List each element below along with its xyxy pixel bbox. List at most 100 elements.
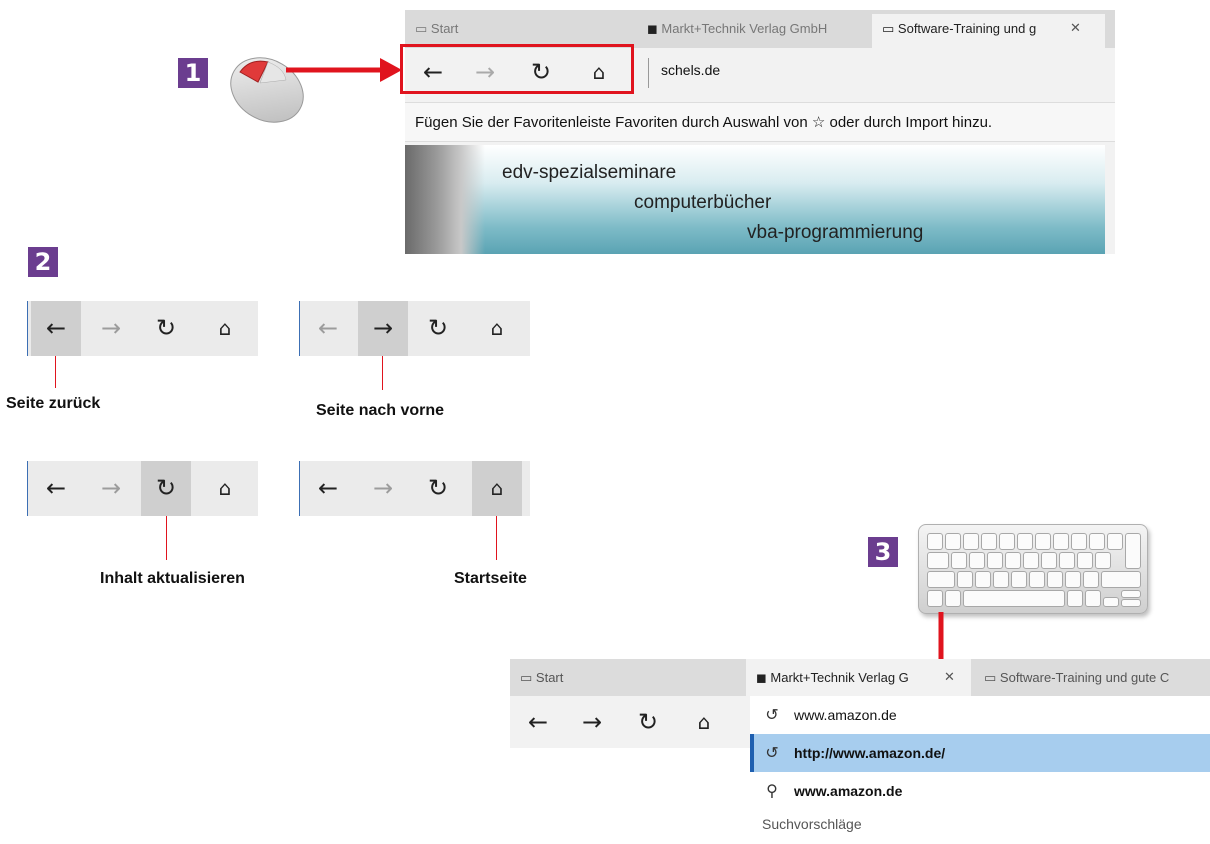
- tab-bar: ▭ Start ◼ Markt+Technik Verlag G ✕ ▭ Sof…: [510, 659, 1210, 696]
- key: [1047, 571, 1063, 588]
- key: [1085, 590, 1101, 607]
- tab-label: Markt+Technik Verlag GmbH: [661, 21, 828, 36]
- close-tab-icon[interactable]: ✕: [944, 659, 955, 696]
- suggestion-text: http://www.amazon.de/: [794, 745, 946, 761]
- callout-line: [166, 516, 167, 560]
- step-badge-1: 1: [178, 58, 208, 88]
- refresh-button[interactable]: ↻: [413, 461, 463, 516]
- refresh-button[interactable]: ↻: [628, 706, 668, 738]
- key: [969, 552, 985, 569]
- caption-seite-nach-vorne: Seite nach vorne: [316, 402, 445, 419]
- forward-button[interactable]: →: [358, 461, 408, 516]
- home-button[interactable]: ⌂: [472, 301, 522, 356]
- nav-bar-home-highlight: ← → ↻ ⌂: [299, 461, 530, 516]
- key: [963, 533, 979, 550]
- back-button[interactable]: ←: [31, 301, 81, 356]
- home-button[interactable]: ⌂: [472, 461, 522, 516]
- caption-startseite: Startseite: [454, 570, 527, 587]
- key: [987, 552, 1003, 569]
- tab-label: Software-Training und g: [897, 21, 1037, 36]
- callout-line: [55, 356, 56, 388]
- tab-label: Markt+Technik Verlag G: [770, 670, 909, 685]
- keyboard-icon: [918, 524, 1148, 614]
- history-icon: ↺: [765, 743, 779, 762]
- tab-page-icon: ▭: [415, 22, 428, 37]
- key: [1053, 533, 1069, 550]
- book-icon: ◼: [647, 22, 658, 37]
- tab-page-icon: ▭: [882, 22, 895, 37]
- key: [1103, 597, 1119, 607]
- caption-seite-zurueck: Seite zurück: [6, 395, 101, 412]
- step-badge-2: 2: [28, 247, 58, 277]
- key: [1059, 552, 1075, 569]
- key: [1077, 552, 1093, 569]
- nav-buttons-highlight: [400, 44, 634, 94]
- refresh-button[interactable]: ↻: [413, 301, 463, 356]
- back-button[interactable]: ←: [303, 461, 353, 516]
- key: [1067, 590, 1083, 607]
- key: [1089, 533, 1105, 550]
- tab-page-icon: ▭: [520, 671, 533, 686]
- key-space: [963, 590, 1065, 607]
- tab-software-training[interactable]: ▭ Software-Training und gute C: [974, 659, 1210, 696]
- tab-markt-technik[interactable]: ◼ Markt+Technik Verlag GmbH: [637, 14, 872, 48]
- key: [981, 533, 997, 550]
- suggestion-history-2-selected[interactable]: ↺ http://www.amazon.de/: [750, 734, 1210, 772]
- tab-start[interactable]: ▭ Start: [405, 14, 635, 48]
- address-bar[interactable]: schels.de: [661, 62, 720, 78]
- forward-button[interactable]: →: [358, 301, 408, 356]
- refresh-button[interactable]: ↻: [141, 461, 191, 516]
- key: [927, 571, 955, 588]
- suggestion-text: www.amazon.de: [794, 783, 903, 799]
- back-button[interactable]: ←: [31, 461, 81, 516]
- search-suggestions-header: Suchvorschläge: [762, 816, 862, 832]
- tab-bar: ▭ Start ◼ Markt+Technik Verlag GmbH ▭ So…: [405, 10, 1115, 48]
- nav-bar-forward-highlight: ← → ↻ ⌂: [299, 301, 530, 356]
- key: [1041, 552, 1057, 569]
- tab-start[interactable]: ▭ Start: [510, 659, 742, 696]
- key: [1023, 552, 1039, 569]
- key: [951, 552, 967, 569]
- key: [927, 552, 949, 569]
- address-divider: [648, 58, 649, 88]
- forward-button[interactable]: →: [572, 706, 612, 738]
- suggestion-history-1[interactable]: ↺ www.amazon.de: [750, 696, 1210, 734]
- home-button[interactable]: ⌂: [200, 301, 250, 356]
- address-suggestions: ↺ www.amazon.de ↺ http://www.amazon.de/ …: [750, 696, 1210, 844]
- book-icon: ◼: [756, 671, 767, 686]
- key: [1107, 533, 1123, 550]
- navigation-bar: ← → ↻ ⌂: [510, 696, 750, 748]
- close-tab-icon[interactable]: ✕: [1070, 14, 1081, 44]
- key: [1035, 533, 1051, 550]
- tab-label: Start: [535, 670, 564, 685]
- suggestion-search[interactable]: ⚲ www.amazon.de: [750, 772, 1210, 810]
- key: [1083, 571, 1099, 588]
- key: [1121, 599, 1141, 607]
- home-button[interactable]: ⌂: [684, 706, 724, 738]
- key: [927, 533, 943, 550]
- key: [945, 533, 961, 550]
- key: [1011, 571, 1027, 588]
- search-icon: ⚲: [766, 781, 778, 800]
- key: [1029, 571, 1045, 588]
- banner-line-3: vba-programmierung: [747, 222, 924, 243]
- key: [1071, 533, 1087, 550]
- key: [945, 590, 961, 607]
- back-button[interactable]: ←: [518, 706, 558, 738]
- tab-markt-technik[interactable]: ◼ Markt+Technik Verlag G ✕: [746, 659, 971, 696]
- step-badge-3: 3: [868, 537, 898, 567]
- callout-line: [496, 516, 497, 560]
- caption-inhalt-aktualisieren: Inhalt aktualisieren: [100, 570, 245, 587]
- portrait-image: [405, 145, 485, 254]
- forward-button[interactable]: →: [86, 461, 136, 516]
- home-button[interactable]: ⌂: [200, 461, 250, 516]
- nav-bar-back-highlight: ← → ↻ ⌂: [27, 301, 258, 356]
- key: [993, 571, 1009, 588]
- tab-software-training[interactable]: ▭ Software-Training und g ✕: [872, 14, 1105, 48]
- back-button[interactable]: ←: [303, 301, 353, 356]
- forward-button[interactable]: →: [86, 301, 136, 356]
- refresh-button[interactable]: ↻: [141, 301, 191, 356]
- key: [1095, 552, 1111, 569]
- arrow-to-nav-buttons: [286, 58, 402, 82]
- nav-bar-refresh-highlight: ← → ↻ ⌂: [27, 461, 258, 516]
